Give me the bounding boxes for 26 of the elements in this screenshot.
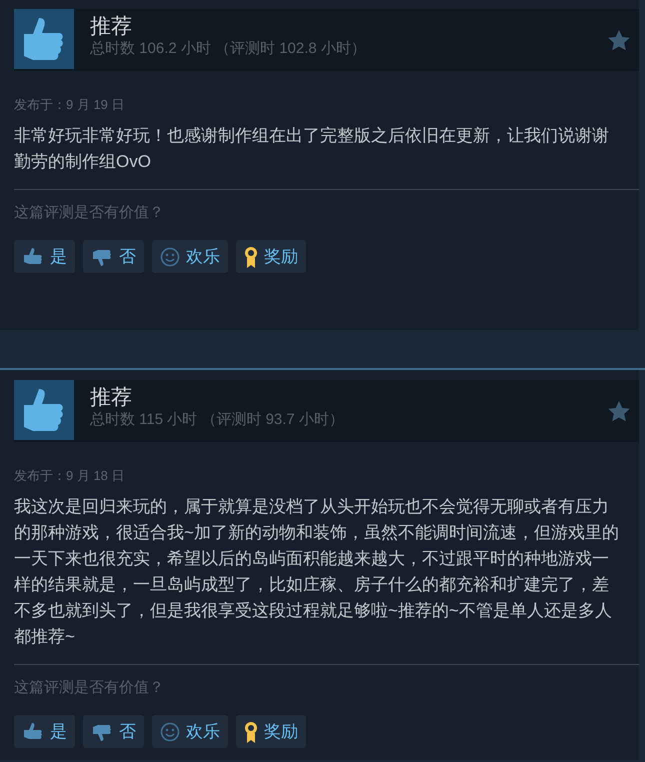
- review-text: 我这次是回归来玩的，属于就算是没档了从头开始玩也不会觉得无聊或者有压力的那种游戏，很适合我~加了新的动物和装饰，虽然不能调时间流速，但游戏里的一天下来也很充实，希望以后的岛屿面积能越来越大，不过跟平时的种地游戏一样的结果就是，一旦岛屿成型了，比如庄稼、房子什么的都充裕和扩建完了，差不多也就到头了，但是我很享受这段过程就足够啦~推荐的~不管是单人还是多人都推荐~: [14, 496, 620, 648]
- post-date: 发布于：9 月 19 日: [14, 96, 126, 114]
- no-button[interactable]: 否: [83, 240, 144, 273]
- playtime-text: 总时数 115 小时 （评测时 93.7 小时）: [90, 410, 344, 430]
- post-date: 发布于：9 月 18 日: [14, 467, 126, 485]
- smiley-icon: [160, 246, 180, 266]
- award-icon: [244, 246, 258, 268]
- smiley-icon: [160, 722, 180, 742]
- award-button[interactable]: 奖励: [236, 240, 306, 273]
- award-button[interactable]: 奖励: [236, 715, 306, 748]
- playtime-text: 总时数 106.2 小时 （评测时 102.8 小时）: [90, 39, 366, 59]
- funny-button[interactable]: 欢乐: [152, 715, 228, 748]
- helpful-question: 这篇评测是否有价值？: [14, 678, 165, 698]
- helpful-question: 这篇评测是否有价值？: [14, 202, 165, 222]
- recommendation-label: 推荐: [90, 386, 133, 410]
- yes-button[interactable]: 是: [14, 715, 75, 748]
- thumbs-up-icon: [22, 722, 44, 742]
- award-icon: [244, 720, 258, 742]
- review-text: 非常好玩非常好玩！也感谢制作组在出了完整版之后依旧在更新，让我们说谢谢勤劳的制作组OvO: [14, 124, 610, 172]
- no-button[interactable]: 否: [83, 715, 144, 748]
- star-icon[interactable]: [607, 28, 631, 52]
- recommendation-label: 推荐: [90, 15, 133, 39]
- thumbs-up-icon: [22, 246, 44, 266]
- star-icon[interactable]: [607, 400, 631, 422]
- funny-button[interactable]: 欢乐: [152, 240, 228, 273]
- yes-button[interactable]: 是: [14, 240, 75, 273]
